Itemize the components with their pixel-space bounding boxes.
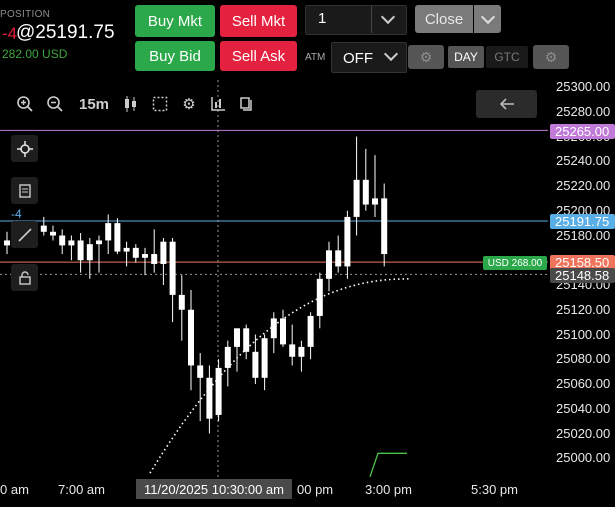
candle-body (307, 315, 314, 347)
position-pnl: 282.00 USD (2, 47, 68, 61)
candle-body (206, 377, 213, 419)
timeframe-button[interactable]: 15m (76, 91, 112, 117)
position-qty: -4 (2, 24, 18, 43)
candle-body (68, 240, 75, 246)
zoom-out-icon[interactable] (42, 91, 68, 117)
candle-body (96, 240, 102, 245)
candle-body (289, 344, 296, 357)
candle-body (252, 351, 259, 378)
tif-day-toggle[interactable]: DAY (448, 46, 484, 68)
buy-bid-button[interactable]: Buy Bid (135, 41, 215, 71)
candle-body (234, 328, 240, 347)
order-settings-gear-icon[interactable]: ⚙ (533, 45, 569, 69)
candlestick-style-icon[interactable] (118, 91, 144, 117)
y-axis-tick: 25280.00 (556, 103, 611, 119)
scroll-to-latest-button[interactable] (476, 90, 537, 118)
y-axis-tick: 25300.00 (556, 79, 611, 94)
avg-price-value: 25148.58 (555, 268, 610, 283)
layout-icon[interactable] (234, 91, 260, 117)
moving-average-line (149, 278, 411, 474)
candle-body (188, 309, 194, 366)
price-chart[interactable] (0, 80, 548, 480)
candle-body (362, 179, 369, 205)
arrow-left-icon (499, 98, 514, 110)
lock-icon[interactable] (11, 264, 38, 291)
notes-icon[interactable] (11, 177, 38, 204)
candle-body (224, 346, 231, 368)
alert-price-tag[interactable]: 25265.00 (550, 124, 615, 139)
crosshair-icon[interactable] (11, 135, 38, 162)
candle-body (142, 254, 148, 258)
x-axis-tick: 3:00 pm (365, 482, 412, 497)
candle-body (197, 365, 204, 378)
close-button[interactable]: Close (415, 5, 473, 33)
candle-body (261, 338, 268, 378)
candle-body (381, 198, 388, 255)
candle-body (40, 225, 47, 232)
candle-body (353, 179, 360, 217)
candle-body (59, 235, 66, 246)
candle-body (335, 250, 342, 267)
draw-line-icon[interactable] (11, 221, 38, 248)
atm-value: OFF (343, 50, 373, 67)
y-axis-tick: 25080.00 (556, 351, 611, 367)
entry-price-tag[interactable]: 25191.75 (550, 214, 615, 229)
candle-body (178, 294, 185, 310)
position-price: @25191.75 (16, 22, 115, 43)
y-axis-tick: 25020.00 (556, 425, 611, 441)
candle-body (86, 244, 93, 261)
candle-body (344, 216, 351, 267)
y-axis-tick: 25220.00 (556, 178, 611, 193)
candle-body (123, 247, 130, 252)
candle-body (132, 247, 139, 258)
candle-body (77, 240, 84, 261)
x-axis-tick: 0 am (0, 482, 29, 497)
candle-body (4, 240, 10, 246)
quantity-value: 1 (318, 10, 327, 27)
crosshair-time-label: 11/20/2025 10:30:00 am (136, 479, 292, 499)
candle-body (105, 223, 112, 241)
sell-ask-button[interactable]: Sell Ask (220, 41, 297, 71)
quantity-divider (371, 6, 372, 33)
atm-label: ATM (305, 52, 326, 63)
position-label: POSITION (0, 9, 51, 20)
y-axis-tick: 25000.00 (556, 450, 611, 466)
y-axis-tick: 25060.00 (556, 376, 611, 391)
avg-price-tag: 25148.58 (550, 268, 615, 283)
pnl-tag: USD 268.00 (483, 256, 547, 270)
zoom-in-icon[interactable] (12, 91, 38, 117)
candle-body (372, 198, 378, 205)
x-axis-tick: 00 pm (297, 482, 334, 497)
atm-settings-gear-icon[interactable]: ⚙ (408, 45, 444, 69)
x-axis-tick: 7:00 am (58, 482, 105, 497)
sell-market-button[interactable]: Sell Mkt (220, 5, 297, 37)
candle-body (215, 367, 222, 415)
entry-price-value: 25191.75 (555, 214, 610, 229)
tif-gtc-toggle[interactable]: GTC (486, 46, 528, 68)
candle-body (160, 241, 167, 264)
indicator-line (369, 452, 407, 478)
y-axis-tick: 25120.00 (556, 301, 611, 317)
position-marker: -4 (11, 207, 22, 221)
candle-body (151, 254, 158, 264)
y-axis-tick: 25100.00 (556, 326, 611, 342)
indicators-icon[interactable] (205, 91, 231, 117)
y-axis-tick: 25180.00 (556, 227, 611, 243)
select-area-icon[interactable] (147, 91, 173, 117)
candle-body (298, 346, 305, 357)
y-axis-tick: 25240.00 (556, 153, 611, 169)
candle-body (114, 223, 121, 252)
y-axis-tick: 25040.00 (556, 400, 611, 416)
x-axis-tick: 5:30 pm (471, 482, 518, 497)
alert-price-value: 25265.00 (555, 124, 610, 139)
candle-body (280, 318, 286, 345)
candle-body (169, 241, 176, 295)
candle-body (50, 231, 56, 236)
candle-body (326, 250, 332, 279)
chart-settings-gear-icon[interactable]: ⚙ (176, 91, 202, 117)
buy-market-button[interactable]: Buy Mkt (135, 5, 215, 37)
